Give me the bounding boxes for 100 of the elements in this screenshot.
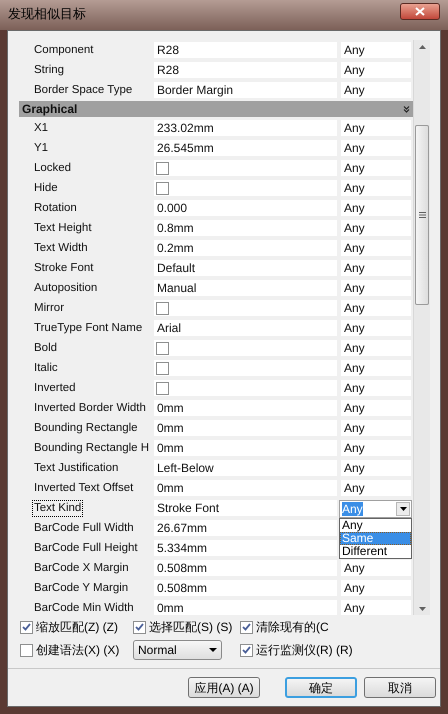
match-cell[interactable]: Any — [341, 400, 411, 416]
dialog-button[interactable]: 确定 — [285, 677, 357, 698]
match-cell[interactable]: Any — [341, 220, 411, 236]
property-name: Text Justification — [33, 460, 120, 476]
value-cell[interactable]: 0mm — [154, 600, 337, 615]
scrollbar[interactable] — [413, 40, 430, 615]
match-cell[interactable]: Any — [341, 340, 411, 356]
value-cell[interactable]: Border Margin — [154, 82, 337, 98]
match-cell[interactable]: Any — [341, 280, 411, 296]
value-cell[interactable] — [154, 340, 337, 356]
checkbox-label: 运行监测仪(R) (R) — [256, 642, 353, 659]
value-cell[interactable]: 26.545mm — [154, 140, 337, 156]
match-cell[interactable]: Any — [341, 380, 411, 396]
match-cell[interactable]: Any — [341, 180, 411, 196]
match-cell[interactable]: Any — [341, 260, 411, 276]
value-cell[interactable] — [154, 300, 337, 316]
checkbox-label: 清除现有的(C — [256, 619, 329, 636]
match-cell[interactable]: Any — [341, 460, 411, 476]
value-cell[interactable]: 26.67mm — [154, 520, 337, 536]
value-cell[interactable]: 0mm — [154, 480, 337, 496]
value-cell[interactable]: R28 — [154, 42, 337, 58]
match-cell[interactable]: Any — [341, 420, 411, 436]
value-cell[interactable] — [154, 180, 337, 196]
match-cell[interactable]: Any — [341, 62, 411, 78]
close-button[interactable] — [400, 3, 440, 20]
match-cell[interactable]: Any — [341, 440, 411, 456]
value-cell[interactable]: 0mm — [154, 420, 337, 436]
checkbox[interactable] — [156, 382, 169, 394]
property-name: Component — [33, 42, 94, 58]
close-icon — [415, 7, 425, 16]
checkbox[interactable] — [156, 302, 169, 314]
value-cell[interactable] — [154, 360, 337, 376]
match-cell[interactable]: Any — [341, 140, 411, 156]
checkbox[interactable] — [133, 620, 146, 634]
match-cell[interactable]: Any — [341, 82, 411, 98]
dropdown-option[interactable]: Different — [340, 545, 411, 558]
match-cell[interactable]: Any — [341, 320, 411, 336]
checkbox[interactable] — [156, 182, 169, 194]
checkbox[interactable] — [156, 342, 169, 354]
section-header[interactable]: Graphical — [19, 101, 413, 117]
select-value: Normal — [138, 642, 177, 659]
collapse-icon[interactable] — [403, 106, 410, 112]
match-cell[interactable]: Any — [341, 600, 411, 615]
property-name: Text Width — [33, 240, 89, 256]
match-cell[interactable]: Any — [341, 580, 411, 596]
value-cell[interactable] — [154, 380, 337, 396]
match-cell[interactable]: Any — [341, 160, 411, 176]
value-cell[interactable]: 0.2mm — [154, 240, 337, 256]
value-cell[interactable]: Manual — [154, 280, 337, 296]
value-cell[interactable]: 0.508mm — [154, 560, 337, 576]
checkbox[interactable] — [20, 644, 33, 656]
value-cell[interactable]: 0.508mm — [154, 580, 337, 596]
value-cell[interactable] — [154, 160, 337, 176]
match-cell[interactable]: Any — [341, 480, 411, 496]
property-name: Stroke Font — [33, 260, 94, 276]
scroll-down-icon[interactable] — [418, 607, 426, 611]
match-cell[interactable]: Any — [341, 360, 411, 376]
checkbox-label: 缩放匹配(Z) (Z) — [36, 619, 118, 636]
scroll-thumb[interactable] — [415, 125, 429, 305]
match-cell[interactable]: Any — [341, 200, 411, 216]
property-name: Rotation — [33, 200, 78, 216]
property-name: Bounding Rectangle H — [33, 440, 150, 456]
checkbox[interactable] — [20, 620, 33, 634]
value-cell[interactable]: R28 — [154, 62, 337, 78]
value-cell[interactable]: 5.334mm — [154, 540, 337, 556]
window-title: 发现相似目标 — [8, 6, 86, 22]
match-cell[interactable]: Any — [341, 42, 411, 58]
property-name: Inverted Text Offset — [33, 480, 134, 496]
caret-icon — [209, 648, 217, 652]
checkbox[interactable] — [240, 644, 253, 656]
value-cell[interactable]: 0.000 — [154, 200, 337, 216]
property-name: BarCode X Margin — [33, 560, 130, 576]
checkbox[interactable] — [156, 162, 169, 174]
match-cell[interactable]: Any — [341, 240, 411, 256]
match-cell[interactable]: Any — [341, 300, 411, 316]
value-cell[interactable]: Left-Below — [154, 460, 337, 476]
section-title: Graphical — [22, 101, 78, 118]
scroll-up-icon[interactable] — [418, 45, 426, 49]
value-cell[interactable]: Stroke Font — [154, 500, 337, 516]
property-name: Italic — [33, 360, 59, 376]
match-cell[interactable]: Any — [341, 120, 411, 136]
checkbox-label: 创建语法(X) (X) — [36, 642, 120, 659]
property-name: Autoposition — [33, 280, 98, 296]
value-cell[interactable]: 0.8mm — [154, 220, 337, 236]
checkbox[interactable] — [240, 620, 253, 634]
value-cell[interactable]: 233.02mm — [154, 120, 337, 136]
property-name: Bold — [33, 340, 58, 356]
value-cell[interactable]: Arial — [154, 320, 337, 336]
property-name: String — [33, 62, 66, 78]
value-cell[interactable]: Default — [154, 260, 337, 276]
match-cell[interactable]: Any — [341, 560, 411, 576]
value-cell[interactable]: 0mm — [154, 440, 337, 456]
dialog-button[interactable]: 应用(A) (A) — [188, 677, 260, 698]
value-cell[interactable]: 0mm — [154, 400, 337, 416]
property-name: Locked — [33, 160, 72, 176]
dropdown-option[interactable]: Any — [340, 519, 411, 532]
dialog-button[interactable]: 取消 — [364, 677, 436, 698]
checkbox[interactable] — [156, 362, 169, 374]
mode-select[interactable]: Normal — [133, 640, 222, 660]
property-name: Inverted — [33, 380, 77, 396]
